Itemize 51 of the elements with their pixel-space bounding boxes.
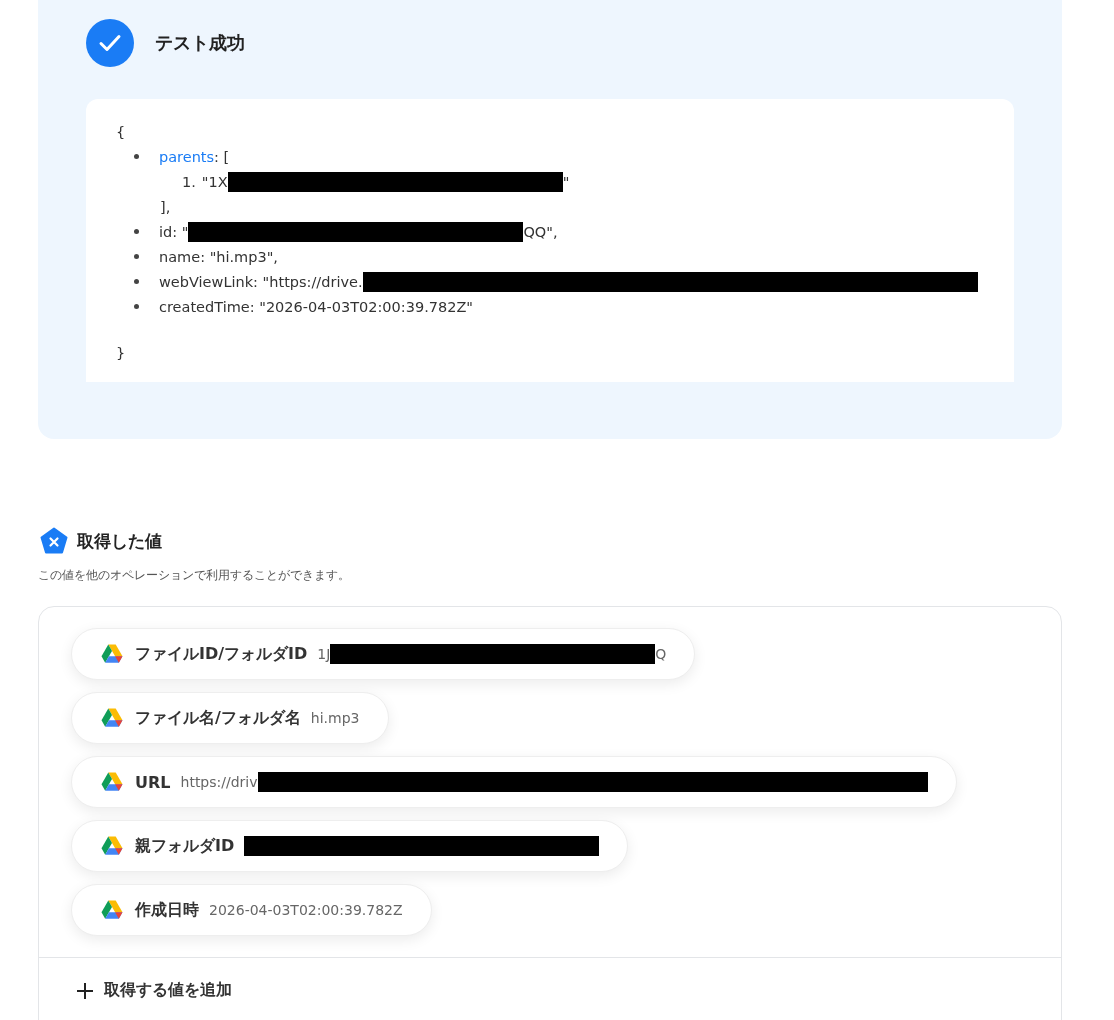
json-text: ],: [160, 198, 171, 215]
value-text: Q: [655, 646, 667, 662]
variable-icon: [40, 527, 68, 555]
json-brace: }: [116, 344, 126, 361]
value-chip[interactable]: URL https://driv: [71, 756, 957, 808]
drive-icon: [101, 644, 123, 664]
bullet-icon: [134, 154, 139, 159]
value-label: 親フォルダID: [135, 835, 235, 857]
bullet-icon: [134, 279, 139, 284]
value-label: 作成日時: [135, 899, 199, 921]
value-chip[interactable]: ファイル名/フォルダ名 hi.mp3: [71, 692, 389, 744]
value-label: URL: [135, 772, 171, 792]
json-value: "hi.mp3",: [209, 248, 278, 265]
json-value: "https://drive.: [262, 273, 363, 290]
bullet-icon: [134, 254, 139, 259]
json-value: "1X: [201, 173, 228, 190]
drive-icon: [101, 900, 123, 920]
value-chip[interactable]: 作成日時 2026-04-03T02:00:39.782Z: [71, 884, 432, 936]
drive-icon: [101, 772, 123, 792]
value-text: 1J: [317, 646, 331, 662]
drive-icon: [101, 836, 123, 856]
json-text: :: [249, 298, 256, 315]
json-text: : ": [172, 223, 189, 240]
json-brace: {: [116, 123, 126, 140]
json-key: name: [159, 248, 201, 265]
json-value: QQ",: [523, 223, 558, 240]
json-text: :: [200, 248, 206, 265]
json-key-link[interactable]: parents: [159, 148, 215, 165]
add-value-button[interactable]: 取得する値を追加: [76, 980, 232, 1001]
value-text: https://driv: [180, 774, 258, 790]
value-chip[interactable]: ファイルID/フォルダID 1J Q: [71, 628, 696, 680]
value-label: ファイルID/フォルダID: [135, 643, 308, 665]
bullet-icon: [134, 304, 139, 309]
json-value: ": [562, 173, 570, 190]
json-text: : [: [214, 148, 230, 165]
value-text: hi.mp3: [310, 710, 360, 726]
json-key: createdTime: [159, 298, 250, 315]
value-chip[interactable]: 親フォルダID: [71, 820, 629, 872]
value-text: 2026-04-03T02:00:39.782Z: [209, 902, 403, 918]
json-key: id: [159, 223, 173, 240]
section-title: 取得した値: [77, 529, 162, 553]
list-number: 1.: [182, 173, 196, 190]
value-label: ファイル名/フォルダ名: [135, 707, 301, 729]
json-value: "2026-04-03T02:00:39.782Z": [259, 298, 474, 315]
json-key: webViewLink: [159, 273, 254, 290]
section-description: この値を他のオペレーションで利用することができます。: [38, 567, 351, 584]
bullet-icon: [134, 229, 139, 234]
json-text: :: [253, 273, 259, 290]
drive-icon: [101, 708, 123, 728]
plus-icon: [76, 981, 94, 1000]
result-title: テスト成功: [155, 31, 245, 55]
